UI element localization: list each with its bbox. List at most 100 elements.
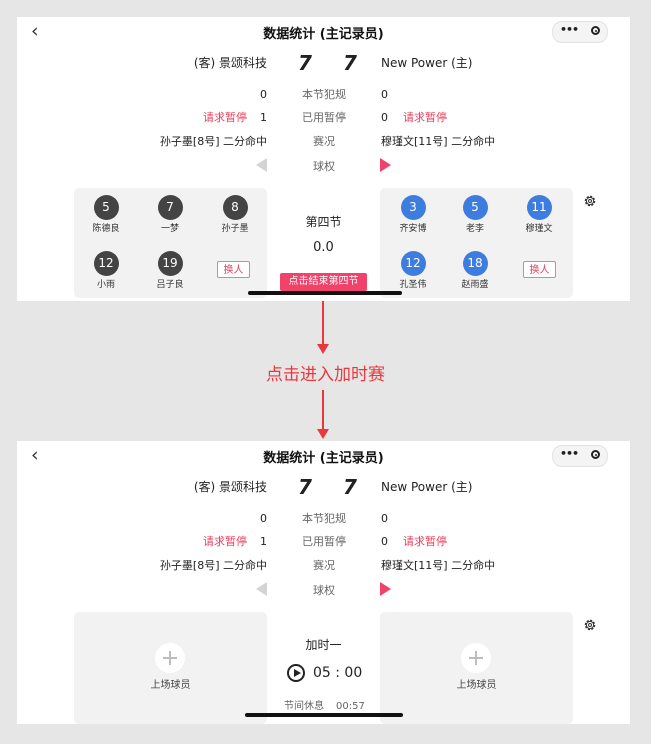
home-score: 7 xyxy=(343,475,357,499)
possession-label: 球权 xyxy=(313,160,335,173)
player-name: 一梦 xyxy=(160,224,179,234)
possession-left-arrow-icon[interactable] xyxy=(256,582,267,596)
away-swap-button[interactable]: 换人 xyxy=(217,261,250,278)
home-indicator xyxy=(248,291,402,295)
add-player-label: 上场球员 xyxy=(456,680,497,691)
game-clock: 05 : 00 xyxy=(313,665,363,681)
period-label: 第四节 xyxy=(305,215,342,229)
away-score: 7 xyxy=(298,475,312,499)
away-score: 7 xyxy=(298,51,312,75)
home-score: 7 xyxy=(343,51,357,75)
period-label: 加时一 xyxy=(305,638,342,652)
more-icon[interactable]: ••• xyxy=(560,23,579,36)
home-indicator xyxy=(245,713,403,717)
home-timeouts-used: 0 xyxy=(381,535,388,548)
nav-bar: ‹ 数据统计 (主记录员) ••• xyxy=(17,17,630,45)
possession-left-arrow-icon[interactable] xyxy=(256,158,267,172)
play-clock-icon[interactable] xyxy=(287,664,305,682)
player-name: 齐安博 xyxy=(399,224,427,234)
player-name: 陈德良 xyxy=(92,224,120,234)
player-name: 孔圣伟 xyxy=(399,280,427,290)
away-player[interactable]: 12 小雨 xyxy=(81,251,131,291)
player-number: 11 xyxy=(526,195,552,220)
game-clock: 0.0 xyxy=(313,240,334,255)
arrow-line-bottom xyxy=(322,390,324,430)
away-team-name: (客) 景颂科技 xyxy=(193,56,267,70)
break-label: 节间休息 xyxy=(284,701,324,712)
away-team-name: (客) 景颂科技 xyxy=(193,480,267,494)
away-timeout-request[interactable]: 请求暂停 xyxy=(203,111,247,125)
home-team-name: New Power (主) xyxy=(381,56,473,70)
away-timeouts-used: 1 xyxy=(260,111,267,124)
player-number: 19 xyxy=(157,251,183,276)
player-number: 18 xyxy=(462,251,488,276)
away-fouls: 0 xyxy=(260,512,267,525)
settings-gear-icon[interactable] xyxy=(583,618,597,632)
possession-right-arrow-icon[interactable] xyxy=(380,158,391,172)
home-player[interactable]: 18 赵雨盛 xyxy=(450,251,500,291)
play-status-label: 赛况 xyxy=(313,135,335,148)
home-last-play: 穆瑾文[11号] 二分命中 xyxy=(381,135,496,148)
player-name: 孙子墨 xyxy=(221,224,249,234)
home-timeout-request[interactable]: 请求暂停 xyxy=(403,111,447,125)
mini-program-capsule: ••• xyxy=(552,21,608,43)
add-player-plus-icon[interactable] xyxy=(155,643,185,673)
end-period-button[interactable]: 点击结束第四节 xyxy=(280,273,367,291)
home-timeouts-used: 0 xyxy=(381,111,388,124)
transition-annotation: 点击进入加时赛 xyxy=(266,365,385,385)
away-timeouts-used: 1 xyxy=(260,535,267,548)
possession-right-arrow-icon[interactable] xyxy=(380,582,391,596)
player-number: 12 xyxy=(400,251,426,276)
home-player[interactable]: 5 老李 xyxy=(450,195,500,235)
player-name: 赵雨盛 xyxy=(461,280,489,290)
away-player[interactable]: 19 吕子良 xyxy=(145,251,195,291)
away-players-panel: 5 陈德良 7 一梦 8 孙子墨 12 小雨 19 吕子良 换人 xyxy=(74,188,267,298)
home-fouls: 0 xyxy=(381,88,388,101)
home-player[interactable]: 12 孔圣伟 xyxy=(388,251,438,291)
close-icon[interactable] xyxy=(591,450,600,459)
timeouts-label: 已用暂停 xyxy=(302,535,346,548)
arrow-down-icon xyxy=(317,344,329,354)
home-timeout-request[interactable]: 请求暂停 xyxy=(403,535,447,549)
arrow-line-top xyxy=(322,301,324,345)
play-status-label: 赛况 xyxy=(313,559,335,572)
away-last-play: 孙子墨[8号] 二分命中 xyxy=(159,559,267,572)
screen-after: ‹ 数据统计 (主记录员) ••• (客) 景颂科技 7 7 New Power… xyxy=(17,441,630,724)
player-number: 5 xyxy=(93,195,119,220)
player-number: 3 xyxy=(400,195,426,220)
player-number: 7 xyxy=(157,195,183,220)
home-team-name: New Power (主) xyxy=(381,480,473,494)
add-player-label: 上场球员 xyxy=(150,680,191,691)
settings-gear-icon[interactable] xyxy=(583,194,597,208)
fouls-label: 本节犯规 xyxy=(302,512,346,525)
nav-bar: ‹ 数据统计 (主记录员) ••• xyxy=(17,441,630,469)
home-player[interactable]: 3 齐安博 xyxy=(388,195,438,235)
player-name: 老李 xyxy=(465,224,484,234)
timeouts-label: 已用暂停 xyxy=(302,111,346,124)
possession-label: 球权 xyxy=(313,584,335,597)
screen-before: ‹ 数据统计 (主记录员) ••• (客) 景颂科技 7 7 New Power… xyxy=(17,17,630,301)
away-player[interactable]: 5 陈德良 xyxy=(81,195,131,235)
away-player[interactable]: 8 孙子墨 xyxy=(210,195,260,235)
player-number: 8 xyxy=(222,195,248,220)
player-name: 小雨 xyxy=(96,280,115,290)
away-timeout-request[interactable]: 请求暂停 xyxy=(203,535,247,549)
player-name: 穆瑾文 xyxy=(525,224,553,234)
home-players-panel: 3 齐安博 5 老李 11 穆瑾文 12 孔圣伟 18 赵雨盛 换人 xyxy=(380,188,573,298)
home-last-play: 穆瑾文[11号] 二分命中 xyxy=(381,559,496,572)
away-last-play: 孙子墨[8号] 二分命中 xyxy=(159,135,267,148)
arrow-down-icon xyxy=(317,429,329,439)
add-player-plus-icon[interactable] xyxy=(461,643,491,673)
home-players-panel[interactable]: 上场球员 xyxy=(380,612,573,724)
away-players-panel[interactable]: 上场球员 xyxy=(74,612,267,724)
away-player[interactable]: 7 一梦 xyxy=(145,195,195,235)
close-icon[interactable] xyxy=(591,26,600,35)
home-fouls: 0 xyxy=(381,512,388,525)
break-timer: 00:57 xyxy=(336,701,365,712)
player-name: 吕子良 xyxy=(156,280,184,290)
page-title: 数据统计 (主记录员) xyxy=(263,27,384,42)
home-player[interactable]: 11 穆瑾文 xyxy=(514,195,564,235)
more-icon[interactable]: ••• xyxy=(560,447,579,460)
away-fouls: 0 xyxy=(260,88,267,101)
home-swap-button[interactable]: 换人 xyxy=(523,261,556,278)
